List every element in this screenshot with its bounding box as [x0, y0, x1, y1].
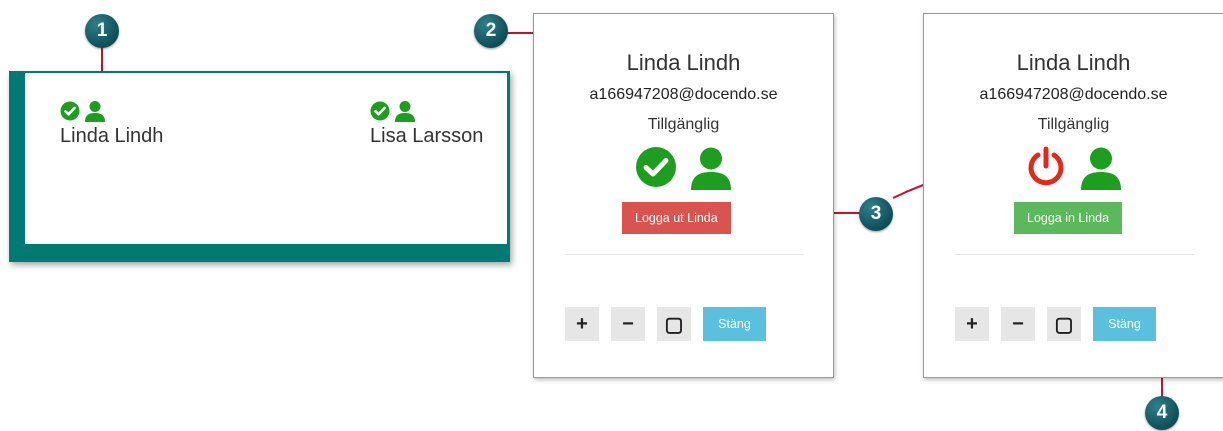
panel-status-text: Tillgänglig [1037, 116, 1110, 133]
panel-divider [955, 254, 1194, 255]
login-button[interactable]: Logga in Linda [1014, 202, 1123, 234]
user-entry-lisa[interactable]: Lisa Larsson [370, 99, 483, 148]
reset-zoom-button[interactable]: ▢ [657, 307, 691, 341]
panel-user-name: Linda Lindh [1016, 50, 1131, 75]
panel-user-name: Linda Lindh [626, 50, 741, 75]
zoom-in-button[interactable]: + [565, 307, 599, 341]
close-button[interactable]: Stäng [1093, 307, 1156, 341]
user-list-card: Linda Lindh Lisa Larsson [9, 71, 510, 262]
callout-badge-1: 1 [85, 14, 119, 48]
check-circle-icon [635, 146, 677, 190]
close-button[interactable]: Stäng [703, 307, 766, 341]
panel-divider [565, 254, 804, 255]
user-name: Lisa Larsson [370, 125, 484, 147]
panel-controls: + − ▢ Stäng [565, 307, 766, 341]
user-icon [689, 146, 733, 190]
user-panel-logged-out: Linda Lindh a166947208@docendo.se Tillgä… [923, 13, 1223, 378]
reset-zoom-button[interactable]: ▢ [1047, 307, 1081, 341]
user-panel-logged-in: Linda Lindh a166947208@docendo.se Tillgä… [533, 13, 834, 378]
user-list-panel: Linda Lindh Lisa Larsson [25, 73, 507, 244]
zoom-out-button[interactable]: − [611, 307, 645, 341]
panel-user-email: a166947208@docendo.se [979, 86, 1168, 103]
user-icon [1079, 146, 1123, 190]
panel-controls: + − ▢ Stäng [955, 307, 1156, 341]
user-name: Linda Lindh [60, 125, 164, 147]
panel-status-text: Tillgänglig [647, 116, 720, 133]
callout-badge-2: 2 [474, 14, 508, 48]
user-icon [394, 100, 416, 122]
user-entry-linda[interactable]: Linda Lindh [60, 99, 163, 148]
check-circle-icon [370, 101, 390, 121]
user-icon [84, 100, 106, 122]
check-circle-icon [60, 101, 80, 121]
power-icon [1025, 146, 1067, 190]
callout-badge-3: 3 [859, 197, 893, 231]
logout-button[interactable]: Logga ut Linda [622, 202, 731, 234]
zoom-in-button[interactable]: + [955, 307, 989, 341]
zoom-out-button[interactable]: − [1001, 307, 1035, 341]
panel-user-email: a166947208@docendo.se [589, 86, 778, 103]
callout-badge-4: 4 [1145, 396, 1179, 430]
